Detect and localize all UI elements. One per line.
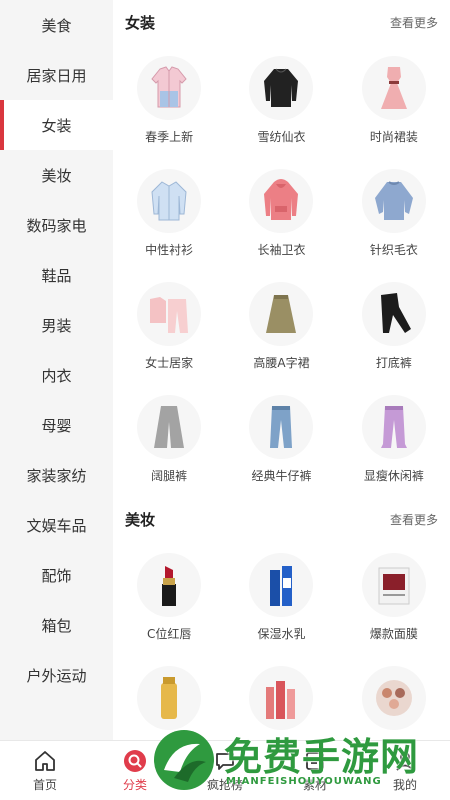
- grid-item-label: 春季上新: [145, 130, 194, 144]
- sidebar-item-shoes[interactable]: 鞋品: [0, 250, 113, 300]
- section-header-womens: 女装 查看更多: [113, 0, 450, 44]
- site-watermark: 免费手游网 MIANFEISHOUYOUWANG: [150, 718, 450, 800]
- grid-item-label: 打底裤: [375, 356, 412, 370]
- grid-item-label: 雪纺仙衣: [257, 130, 306, 144]
- gray-wide-pants-icon: [137, 395, 202, 459]
- watermark-subtitle: MIANFEISHOUYOUWANG: [226, 776, 382, 787]
- grid-item-label: 长袖卫衣: [257, 243, 306, 257]
- grid-item-label: 中性衬衫: [145, 243, 194, 257]
- section-header-beauty: 美妆 查看更多: [113, 497, 450, 541]
- watermark-title: 免费手游网: [224, 735, 420, 779]
- sidebar-item-bags[interactable]: 箱包: [0, 600, 113, 650]
- grid-item-jeans[interactable]: 经典牛仔裤: [225, 383, 337, 496]
- sidebar-item-home-textiles[interactable]: 家装家纺: [0, 450, 113, 500]
- blue-sweater-icon: [361, 169, 426, 233]
- purple-pants-icon: [361, 395, 426, 459]
- grid-item-label: 时尚裙装: [369, 130, 418, 144]
- sidebar-item-baby[interactable]: 母婴: [0, 400, 113, 450]
- sidebar-item-household[interactable]: 居家日用: [0, 50, 113, 100]
- sidebar-item-electronics[interactable]: 数码家电: [0, 200, 113, 250]
- grid-item-slim-casual-pants[interactable]: 显瘦休闲裤: [338, 383, 450, 496]
- grid-item-unisex-shirt[interactable]: 中性衬衫: [113, 157, 225, 270]
- grid-item-moisturizer[interactable]: 保湿水乳: [225, 541, 337, 654]
- sidebar-item-food[interactable]: 美食: [0, 0, 113, 50]
- black-leggings-icon: [361, 282, 426, 346]
- lotion-icon: [249, 553, 314, 617]
- pink-jacket-icon: [137, 56, 202, 120]
- sidebar-item-accessories[interactable]: 配饰: [0, 550, 113, 600]
- nav-label: 分类: [122, 777, 147, 792]
- grid-item-spring-new[interactable]: 春季上新: [113, 44, 225, 157]
- grid-item-wide-leg-pants[interactable]: 阔腿裤: [113, 383, 225, 496]
- watermark-logo-icon: [154, 730, 214, 790]
- red-hoodie-icon: [249, 169, 314, 233]
- grid-item-label: 保湿水乳: [257, 627, 306, 641]
- nav-label: 首页: [32, 777, 57, 792]
- grid-item-label: 针织毛衣: [369, 243, 418, 257]
- sidebar-item-underwear[interactable]: 内衣: [0, 350, 113, 400]
- sidebar-item-mens-clothing[interactable]: 男装: [0, 300, 113, 350]
- grid-item-chiffon-top[interactable]: 雪纺仙衣: [225, 44, 337, 157]
- category-sidebar: 美食 居家日用 女装 美妆 数码家电 鞋品 男装 内衣 母婴 家装家纺 文娱车品…: [0, 0, 113, 740]
- grid-item-red-lipstick[interactable]: C位红唇: [113, 541, 225, 654]
- grid-item-loungewear[interactable]: 女士居家: [113, 270, 225, 383]
- grid-item-label: C位红唇: [146, 627, 192, 641]
- sidebar-item-beauty[interactable]: 美妆: [0, 150, 113, 200]
- beauty-grid: C位红唇 保湿水乳 爆款面膜: [113, 541, 450, 740]
- grid-item-face-mask[interactable]: 爆款面膜: [338, 541, 450, 654]
- grid-item-knit-sweater[interactable]: 针织毛衣: [338, 157, 450, 270]
- pink-dress-icon: [361, 56, 426, 120]
- sidebar-item-womens-clothing[interactable]: 女装: [0, 100, 113, 150]
- grid-item-label: 女士居家: [145, 356, 194, 370]
- black-blouse-icon: [249, 56, 314, 120]
- face-mask-icon: [361, 553, 426, 617]
- home-icon: [35, 750, 55, 771]
- grid-item-hoodie[interactable]: 长袖卫衣: [225, 157, 337, 270]
- khaki-skirt-icon: [249, 282, 314, 346]
- pink-pajamas-icon: [137, 282, 202, 346]
- section-title: 女装: [125, 13, 156, 32]
- search-icon: [124, 749, 146, 772]
- view-more-link[interactable]: 查看更多: [390, 14, 438, 31]
- grid-item-label: 爆款面膜: [369, 627, 418, 641]
- nav-home[interactable]: 首页: [0, 741, 90, 800]
- grid-item-label: 经典牛仔裤: [251, 469, 312, 483]
- sidebar-item-entertainment-auto[interactable]: 文娱车品: [0, 500, 113, 550]
- grid-item-label: 阔腿裤: [151, 469, 188, 483]
- view-more-link[interactable]: 查看更多: [390, 511, 438, 528]
- grid-item-label: 高腰A字裙: [253, 356, 310, 370]
- jeans-icon: [249, 395, 314, 459]
- sidebar-item-outdoor-sports[interactable]: 户外运动: [0, 650, 113, 700]
- blue-shirt-icon: [137, 169, 202, 233]
- grid-item-label: 显瘦休闲裤: [363, 469, 424, 483]
- grid-item-leggings[interactable]: 打底裤: [338, 270, 450, 383]
- category-content: 女装 查看更多 春季上新 雪纺仙衣 时尚裙装 中性衬衫 长袖卫衣 针织毛衣 女士…: [113, 0, 450, 740]
- lipstick-icon: [137, 553, 202, 617]
- section-title: 美妆: [125, 510, 156, 529]
- womens-grid: 春季上新 雪纺仙衣 时尚裙装 中性衬衫 长袖卫衣 针织毛衣 女士居家 高腰A字裙…: [113, 44, 450, 496]
- grid-item-dresses[interactable]: 时尚裙装: [338, 44, 450, 157]
- grid-item-a-line-skirt[interactable]: 高腰A字裙: [225, 270, 337, 383]
